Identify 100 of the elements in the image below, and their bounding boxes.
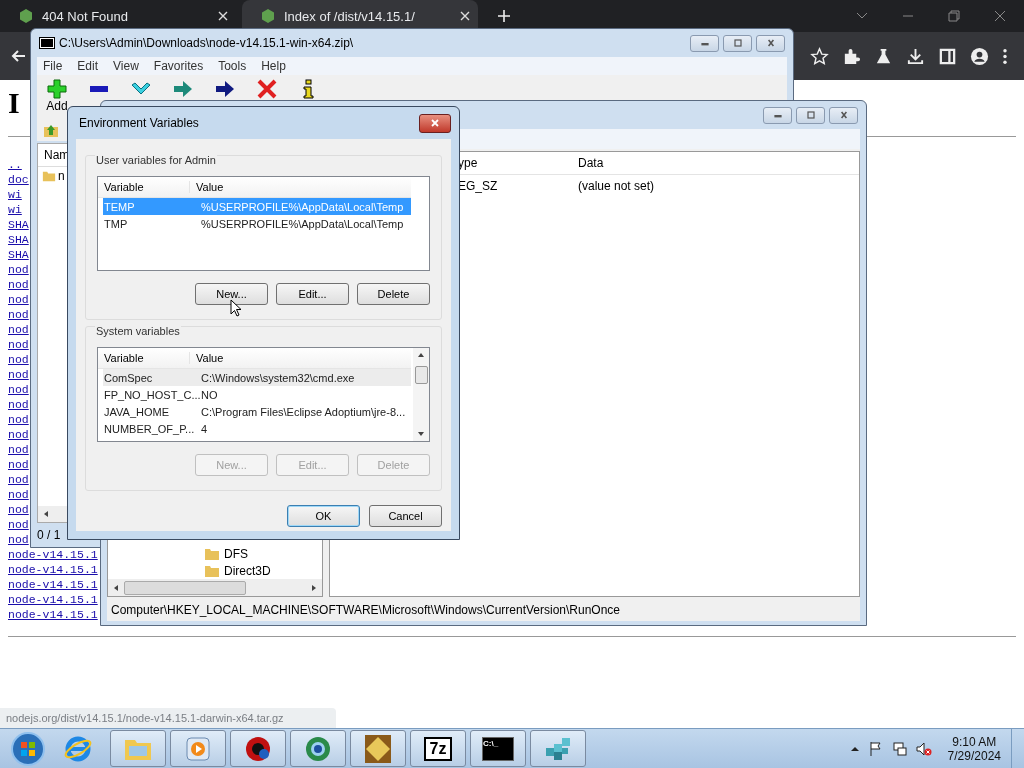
back-arrow-icon[interactable]	[10, 48, 26, 64]
file-link[interactable]: nod	[8, 322, 29, 337]
dialog-button[interactable]: Cancel	[369, 505, 442, 527]
file-link[interactable]: nod	[8, 442, 29, 457]
profile-icon[interactable]	[970, 46, 989, 66]
file-link[interactable]: nod	[8, 367, 29, 382]
folder-icon	[204, 546, 220, 561]
menu-item[interactable]: File	[43, 59, 63, 73]
file-link[interactable]: nod	[8, 277, 29, 292]
dialog-title: Environment Variables	[79, 116, 199, 130]
file-link[interactable]: nod	[8, 472, 29, 487]
close-button[interactable]	[756, 34, 785, 52]
maximize-icon	[731, 39, 744, 47]
scroll-right-icon[interactable]	[310, 583, 318, 592]
scrollbar-thumb[interactable]	[414, 366, 428, 384]
list-row[interactable]: ComSpec C:\Windows\system32\cmd.exe	[103, 369, 411, 386]
column-header[interactable]: Value	[190, 181, 224, 193]
file-link[interactable]: nod	[8, 292, 29, 307]
file-link[interactable]: nod	[8, 532, 29, 547]
list-row[interactable]: TMP %USERPROFILE%\AppData\Local\Temp	[103, 215, 411, 232]
column-header[interactable]: Value	[190, 352, 224, 364]
file-link[interactable]: nod	[8, 412, 29, 427]
list-row[interactable]: JAVA_HOME C:\Program Files\Eclipse Adoptium\jre-8...	[103, 403, 411, 420]
file-link[interactable]: nod	[8, 382, 29, 397]
delete-icon	[256, 79, 278, 99]
file-link[interactable]: nod	[8, 457, 29, 472]
dialog-button[interactable]: Edit...	[276, 283, 349, 305]
scrollbar[interactable]	[413, 348, 429, 441]
column-header[interactable]: Variable	[98, 352, 190, 364]
scroll-up-icon[interactable]	[417, 351, 425, 359]
file-link[interactable]: nod	[8, 307, 29, 322]
file-link[interactable]: doc	[8, 172, 29, 187]
file-link[interactable]: nod	[8, 517, 29, 532]
start-button[interactable]	[10, 730, 46, 767]
tree-item[interactable]: Direct3D	[224, 563, 271, 578]
file-link[interactable]: nod	[8, 427, 29, 442]
scroll-left-icon[interactable]	[112, 583, 120, 592]
restore-icon[interactable]	[948, 10, 960, 22]
scroll-left-icon[interactable]	[42, 510, 50, 518]
list-row[interactable]: FP_NO_HOST_C...NO	[103, 386, 411, 403]
menu-item[interactable]: Edit	[77, 59, 99, 73]
list-row[interactable]: NUMBER_OF_P... 4	[103, 420, 411, 437]
taskbar-button[interactable]: 7z	[410, 730, 466, 767]
side-panel-icon[interactable]	[938, 46, 957, 66]
file-link[interactable]: SHA	[8, 232, 29, 247]
menu-icon[interactable]	[1002, 46, 1008, 66]
up-folder-icon[interactable]	[43, 123, 59, 139]
minimize-button[interactable]	[690, 34, 719, 52]
column-header[interactable]: Variable	[98, 181, 190, 193]
file-link[interactable]: nod	[8, 262, 29, 277]
window-title: C:\Users\Admin\Downloads\node-v14.15.1-win-x64.zip\	[59, 36, 354, 50]
file-link[interactable]: nod	[8, 487, 29, 502]
file-link[interactable]: nod	[8, 352, 29, 367]
minimize-button[interactable]	[763, 106, 792, 124]
taskbar-button[interactable]: C:\_	[470, 730, 526, 767]
menu-item[interactable]: Favorites	[153, 59, 204, 73]
group-label: User variables for Admin	[95, 154, 217, 166]
star-icon[interactable]	[810, 46, 829, 66]
toolbar-button[interactable]: Add	[45, 79, 69, 113]
terminal-icon: C:\_	[482, 736, 514, 761]
file-link[interactable]: SHA	[8, 247, 29, 262]
column-header[interactable]: Data	[578, 156, 604, 170]
scroll-down-icon[interactable]	[417, 430, 425, 438]
app-logo-icon	[39, 37, 55, 49]
tree-item[interactable]: DFS	[224, 546, 248, 561]
file-link[interactable]: nod	[8, 502, 29, 517]
download-icon[interactable]	[906, 46, 925, 66]
muted-speaker-icon[interactable]	[915, 740, 932, 757]
file-link[interactable]: node-v14.15.1	[8, 562, 98, 577]
app-logo: 7z	[424, 736, 452, 761]
close-button[interactable]	[829, 106, 858, 124]
file-link[interactable]: wi	[8, 202, 22, 217]
scrollbar-thumb[interactable]	[124, 580, 246, 595]
close-button[interactable]	[419, 113, 451, 133]
menu-item[interactable]: View	[113, 59, 139, 73]
file-link[interactable]: node-v14.15.1	[8, 547, 98, 562]
file-link[interactable]: node-v14.15.1	[8, 577, 98, 592]
clock[interactable]: 9:10 AM 7/29/2024	[947, 734, 1001, 763]
maximize-button[interactable]	[723, 34, 752, 52]
dialog-button[interactable]: Delete	[357, 283, 430, 305]
file-link[interactable]: nod	[8, 337, 29, 352]
browser-tab[interactable]: 404 Not Found	[0, 0, 236, 32]
network-icon[interactable]	[891, 740, 908, 757]
file-link[interactable]: ..	[8, 157, 22, 172]
flag-icon[interactable]	[867, 740, 884, 757]
menu-item[interactable]: Help	[261, 59, 286, 73]
file-name[interactable]: n	[58, 169, 65, 183]
maximize-button[interactable]	[796, 106, 825, 124]
dialog-button[interactable]: New...	[195, 283, 268, 305]
file-link[interactable]: nod	[8, 397, 29, 412]
puzzle-icon[interactable]	[842, 46, 861, 66]
taskbar-button[interactable]	[230, 730, 286, 767]
menu-item[interactable]: Tools	[218, 59, 247, 73]
file-link[interactable]: node-v14.15.1	[8, 592, 98, 607]
flask-icon[interactable]	[874, 46, 893, 66]
dialog-button[interactable]: OK	[287, 505, 360, 527]
file-link[interactable]: SHA	[8, 217, 29, 232]
new-tab-icon[interactable]	[498, 10, 510, 22]
file-link[interactable]: node-v14.15.1	[8, 607, 98, 622]
file-link[interactable]: wi	[8, 187, 22, 202]
